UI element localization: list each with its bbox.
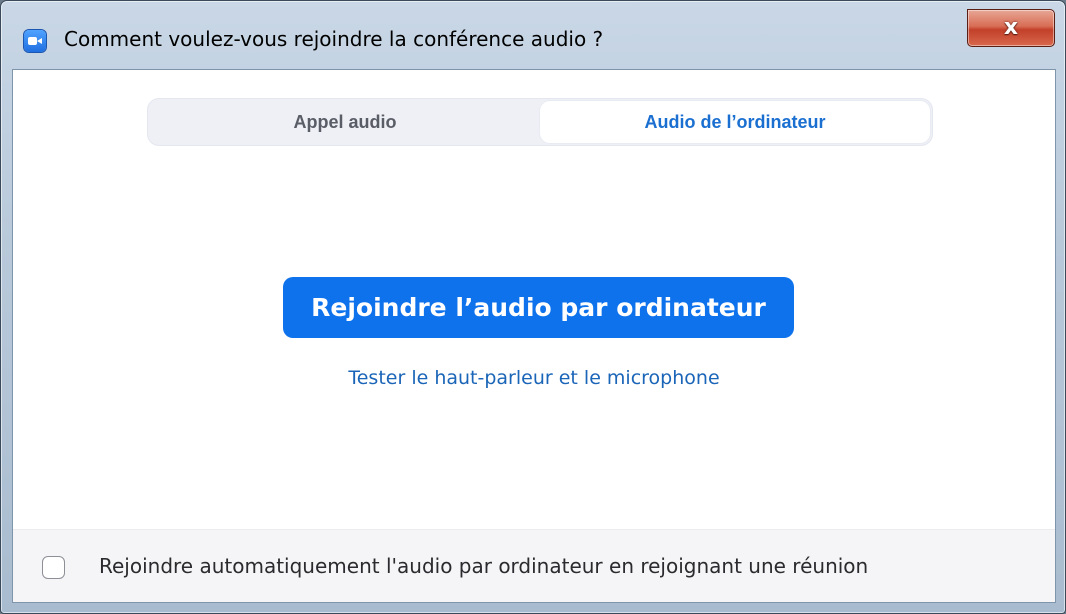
auto-join-checkbox[interactable] <box>42 556 65 579</box>
test-speaker-microphone-link[interactable]: Tester le haut-parleur et le microphone <box>13 367 1055 389</box>
close-button[interactable]: x <box>967 9 1055 47</box>
zoom-camera-icon <box>24 30 46 52</box>
tab-audio-ordinateur[interactable]: Audio de l’ordinateur <box>540 101 930 143</box>
footer-bar: Rejoindre automatiquement l'audio par or… <box>13 529 1055 602</box>
dialog-window: Comment voulez-vous rejoindre la confére… <box>0 0 1066 614</box>
dialog-content: Appel audio Audio de l’ordinateur Rejoin… <box>12 69 1056 603</box>
audio-mode-tabs: Appel audio Audio de l’ordinateur <box>147 98 933 146</box>
close-icon: x <box>1003 15 1019 40</box>
tab-appel-audio[interactable]: Appel audio <box>150 101 540 143</box>
join-computer-audio-button[interactable]: Rejoindre l’audio par ordinateur <box>283 277 794 338</box>
auto-join-label[interactable]: Rejoindre automatiquement l'audio par or… <box>99 554 868 578</box>
window-title: Comment voulez-vous rejoindre la confére… <box>64 27 604 51</box>
title-bar[interactable]: Comment voulez-vous rejoindre la confére… <box>1 1 1065 67</box>
